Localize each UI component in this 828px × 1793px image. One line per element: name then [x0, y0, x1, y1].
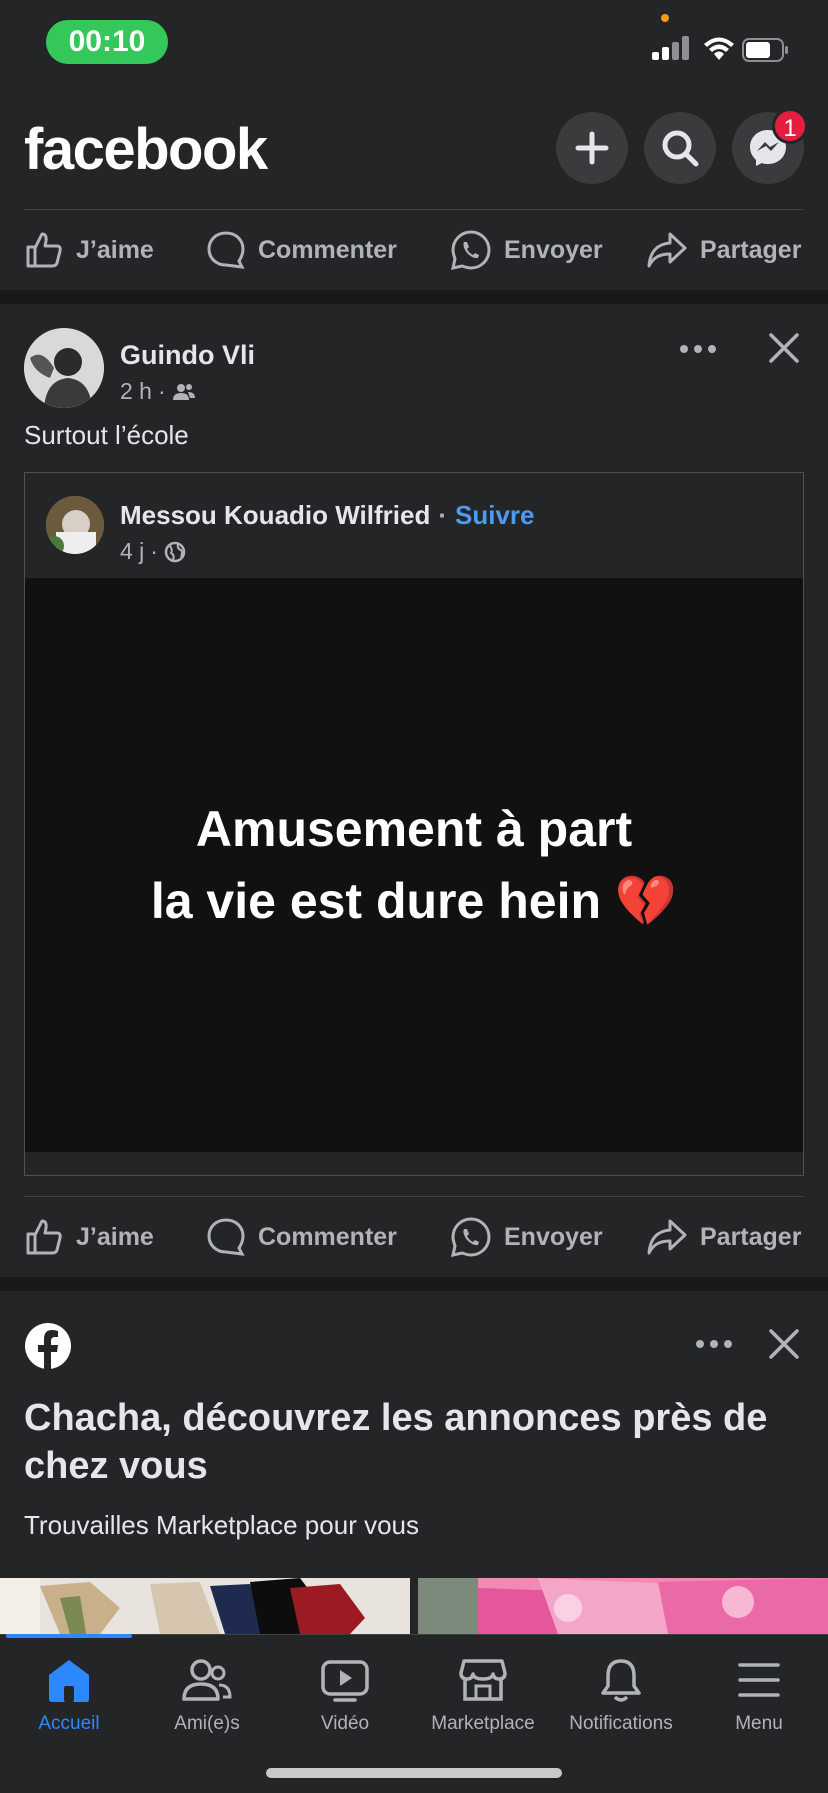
- like-button[interactable]: J’aime: [24, 1197, 154, 1277]
- comment-button[interactable]: Commenter: [206, 210, 397, 290]
- marketplace-item-shoes[interactable]: [0, 1578, 410, 1634]
- post-meta: 2 h ·: [120, 378, 196, 405]
- close-icon[interactable]: [768, 332, 800, 364]
- promo-more-button[interactable]: [696, 1340, 732, 1348]
- media-line-1: Amusement à part: [195, 801, 633, 857]
- post-author[interactable]: Guindo Vli: [120, 340, 255, 371]
- shared-media[interactable]: Amusement à part la vie est dure hein 💔: [25, 578, 803, 1152]
- tab-notifications[interactable]: Notifications: [552, 1657, 690, 1735]
- shared-separator: ·: [438, 500, 448, 530]
- clothes-photo: [418, 1578, 828, 1634]
- plus-icon: [575, 131, 609, 165]
- marketplace-icon: [459, 1659, 507, 1701]
- like-label: J’aime: [76, 1222, 154, 1251]
- whatsapp-icon: [451, 230, 491, 270]
- post-actions: J’aime Commenter Envoyer Partager: [0, 1197, 828, 1277]
- previous-post-actions: J’aime Commenter Envoyer Partager: [0, 210, 828, 290]
- thumbs-up-icon: [26, 1219, 62, 1255]
- like-label: J’aime: [76, 235, 154, 264]
- tab-label: Menu: [735, 1713, 783, 1734]
- tab-label: Notifications: [569, 1713, 673, 1734]
- globe-icon: [164, 541, 186, 562]
- marketplace-item-clothes[interactable]: [418, 1578, 828, 1634]
- follow-button[interactable]: Suivre: [455, 500, 535, 531]
- tab-friends[interactable]: Ami(e)s: [138, 1657, 276, 1735]
- facebook-icon: [25, 1323, 71, 1369]
- search-icon: [662, 130, 699, 167]
- tab-label: Accueil: [38, 1713, 100, 1734]
- shared-time[interactable]: 4 j: [120, 538, 144, 565]
- wifi-icon: [704, 37, 734, 60]
- shared-meta-separator: ·: [150, 538, 158, 564]
- comment-label: Commenter: [258, 235, 397, 264]
- bell-icon: [601, 1659, 641, 1702]
- friends-privacy-icon: [172, 383, 195, 400]
- meta-separator: ·: [157, 378, 166, 404]
- promo-subtitle: Trouvailles Marketplace pour vous: [24, 1510, 419, 1540]
- tab-label: Ami(e)s: [174, 1713, 240, 1734]
- send-label: Envoyer: [504, 235, 603, 264]
- avatar[interactable]: [24, 328, 104, 408]
- tab-label: Marketplace: [431, 1713, 535, 1734]
- share-button[interactable]: Partager: [646, 210, 801, 290]
- share-icon: [647, 232, 687, 268]
- tab-home[interactable]: Accueil: [0, 1657, 138, 1735]
- feed-separator: [0, 1277, 828, 1291]
- post-time[interactable]: 2 h: [120, 378, 152, 405]
- home-icon: [49, 1660, 89, 1702]
- status-time[interactable]: 00:10: [46, 20, 168, 64]
- send-button[interactable]: Envoyer: [450, 210, 603, 290]
- share-button[interactable]: Partager: [646, 1197, 801, 1277]
- whatsapp-icon: [451, 1217, 491, 1257]
- promo-title: Chacha, découvrez les annonces près de c…: [24, 1397, 768, 1487]
- shared-meta: 4 j ·: [120, 538, 186, 565]
- media-text: Amusement à part la vie est dure hein 💔: [151, 793, 677, 937]
- menu-icon: [738, 1663, 780, 1697]
- video-icon: [321, 1660, 369, 1702]
- create-button[interactable]: [556, 112, 628, 184]
- privacy-indicator: [661, 14, 669, 22]
- battery-icon: [742, 38, 788, 62]
- post-text: Surtout l’école: [24, 420, 189, 450]
- send-button[interactable]: Envoyer: [450, 1197, 603, 1277]
- comment-label: Commenter: [258, 1222, 397, 1251]
- send-label: Envoyer: [504, 1222, 603, 1251]
- comment-icon: [207, 1218, 245, 1256]
- like-button[interactable]: J’aime: [24, 210, 154, 290]
- tab-menu[interactable]: Menu: [690, 1657, 828, 1735]
- comment-button[interactable]: Commenter: [206, 1197, 397, 1277]
- post-more-button[interactable]: [680, 345, 716, 353]
- comment-icon: [207, 231, 245, 269]
- profile-photo: [24, 328, 104, 408]
- share-icon: [647, 1219, 687, 1255]
- thumbs-up-icon: [26, 232, 62, 268]
- shared-profile-photo: [46, 496, 104, 554]
- share-label: Partager: [700, 1222, 802, 1251]
- cellular-signal-icon: [652, 36, 690, 60]
- facebook-logo[interactable]: facebook: [24, 116, 268, 183]
- shared-avatar[interactable]: [46, 496, 104, 554]
- search-button[interactable]: [644, 112, 716, 184]
- feed-separator: [0, 290, 828, 304]
- messenger-badge: 1: [772, 108, 808, 144]
- tab-marketplace[interactable]: Marketplace: [414, 1657, 552, 1735]
- tab-video[interactable]: Vidéo: [276, 1657, 414, 1735]
- shared-author[interactable]: Messou Kouadio Wilfried: [120, 500, 430, 531]
- friends-icon: [182, 1659, 232, 1701]
- shared-header: Messou Kouadio Wilfried · Suivre: [120, 500, 535, 531]
- close-icon[interactable]: [768, 1328, 800, 1360]
- status-bar: 00:10: [0, 0, 828, 90]
- tab-label: Vidéo: [320, 1713, 370, 1734]
- share-label: Partager: [700, 235, 802, 264]
- media-line-2: la vie est dure hein 💔: [150, 873, 678, 929]
- home-indicator[interactable]: [266, 1768, 562, 1778]
- shoes-photo: [0, 1578, 410, 1634]
- active-tab-indicator: [6, 1634, 132, 1638]
